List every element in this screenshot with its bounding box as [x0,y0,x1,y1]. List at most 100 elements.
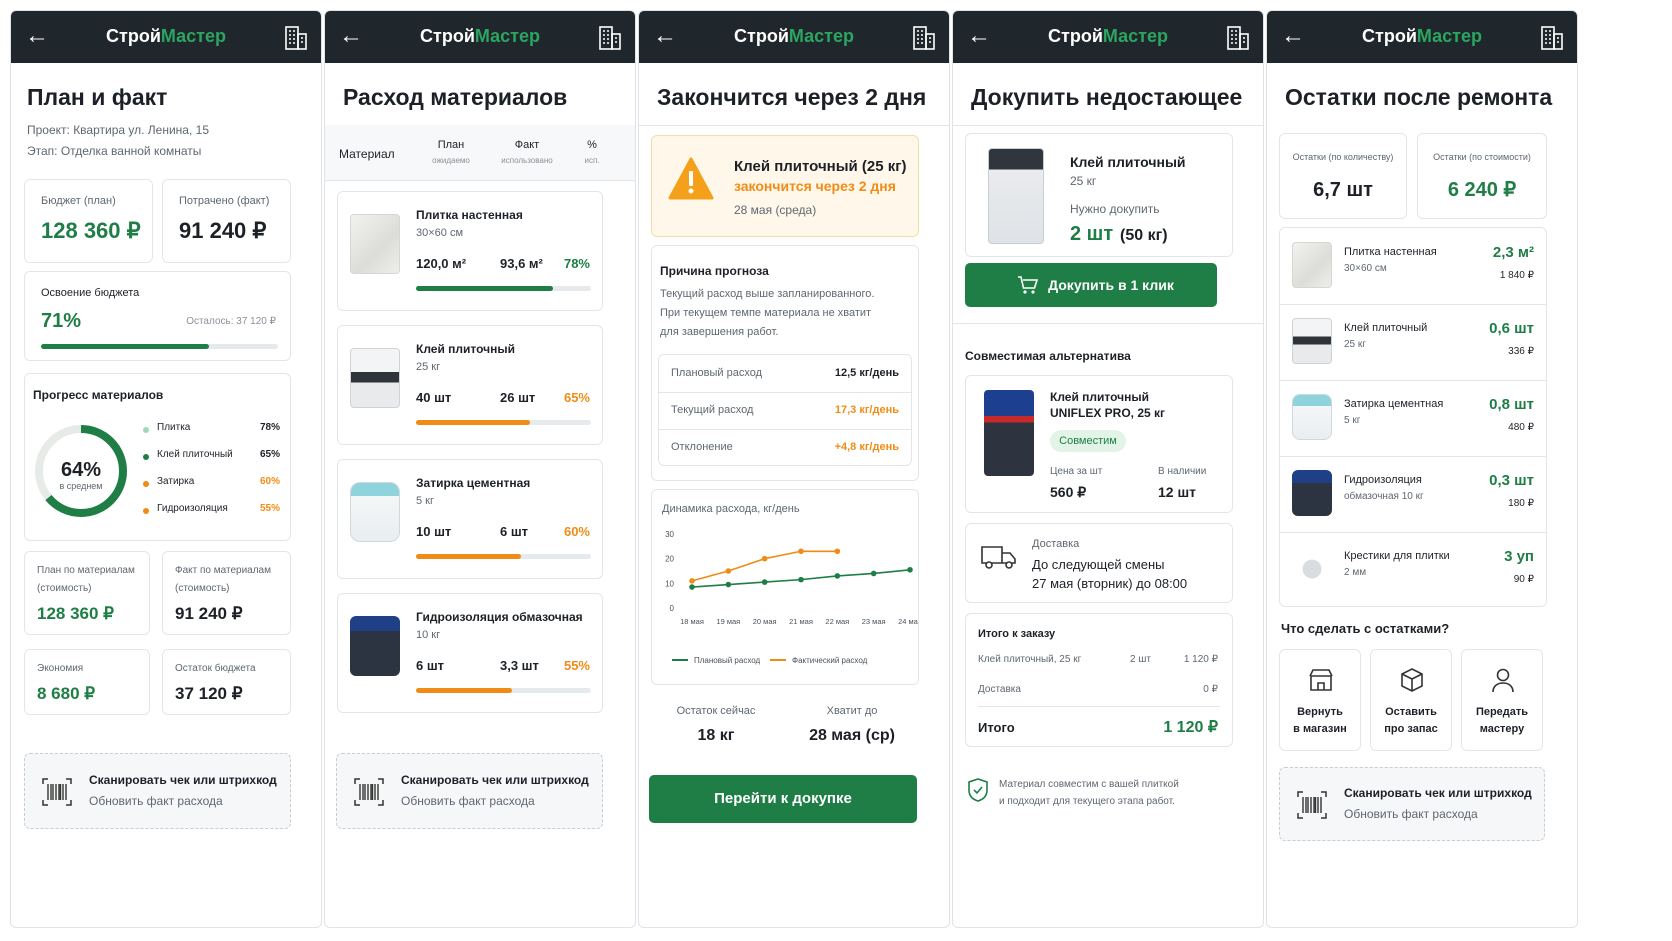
building-icon[interactable] [1539,23,1565,51]
brand-logo: СтройМастер [1048,26,1168,46]
note-line-2: и подходит для текущего этапа работ. [999,796,1175,807]
buy-one-click-button[interactable]: Докупить в 1 клик [965,263,1217,307]
y-tick-label: 10 [665,579,674,588]
building-icon[interactable] [283,23,309,51]
usage-label: Освоение бюджета [41,287,140,299]
legend-dot [143,454,149,460]
delivery-line-2: 27 мая (вторник) до 08:00 [1032,576,1188,591]
barcode-icon [354,778,384,806]
material-sub: 10 кг [416,629,441,641]
scan-receipt-button[interactable]: Сканировать чек или штрихкод Обновить фа… [24,753,291,829]
material-fact: 6 шт [500,524,529,539]
leftover-name: Затирка цементная [1344,398,1444,410]
alert-date: 28 мая (среда) [734,203,817,217]
material-image [350,348,400,408]
building-icon[interactable] [597,23,623,51]
material-sub: 30×60 см [416,227,464,239]
material-name: Клей плиточный [416,342,516,356]
y-tick-label: 20 [665,555,674,564]
data-point [761,555,768,562]
scan-title: Сканировать чек или штрихкод [89,773,277,787]
screen-materials-consumption: ← СтройМастер Расход материалов Материал… [324,10,636,928]
scan-receipt-button[interactable]: Сканировать чек или штрихкод Обновить фа… [1279,767,1545,841]
material-plan: 120,0 м² [416,256,467,271]
top-bar: ← СтройМастер [1267,11,1577,63]
consumption-value: +4,8 кг/день [834,441,899,453]
alt-price-label: Цена за шт [1050,466,1103,477]
brand-logo: СтройМастер [106,26,226,46]
reason-line-3: для завершения работ. [660,326,779,338]
data-point [798,548,804,555]
data-point [834,548,841,555]
legend-label: Плановый расход [694,656,761,665]
screen-runout-forecast: ← СтройМастер Закончится через 2 дня Кле… [638,10,950,928]
donut-value: 64% [60,459,102,481]
leftover-cost-value: 6 240 ₽ [1447,179,1517,201]
leftover-cost-card: Остатки (по стоимости) 6 240 ₽ [1417,133,1547,219]
leftover-qty: 0,3 шт [1489,472,1534,489]
delivery-card: Доставка До следующей смены 27 мая (втор… [965,523,1233,603]
leftover-sub: 30×60 см [1344,263,1387,274]
legend-value: 78% [259,422,280,433]
progress-fill [416,420,530,425]
action-return-to-store-button[interactable]: Вернуть в магазин [1279,649,1361,751]
go-to-purchase-button[interactable]: Перейти к докупке [649,775,917,823]
consumption-label: Плановый расход [671,367,762,379]
remaining-summary: Остаток сейчас 18 кг Хватит до 28 мая (с… [651,691,919,757]
uniflex-bag-image [984,390,1034,476]
divider [953,125,1263,126]
divider [1280,456,1546,457]
material-plan: 6 шт [416,658,445,673]
material-percent: 78% [563,256,590,271]
top-bar: ← СтройМастер [11,11,321,63]
plan-materials-card: План по материалам (стоимость) 128 360 ₽ [24,551,150,635]
stage-label: Этап: Отделка ванной комнаты [27,144,202,158]
leftover-qty-label: Остатки (по количеству) [1292,152,1394,162]
series-line-fact [691,550,838,582]
action-label: Оставить [1385,706,1437,718]
leftover-image [1292,546,1332,592]
leftover-cost-label: Остатки (по стоимости) [1433,152,1531,162]
consumption-value: 17,3 кг/день [834,404,899,416]
legend-label: Гидроизоляция [157,503,228,514]
legend-value: 65% [259,449,280,460]
plan-materials-sublabel: (стоимость) [37,583,92,594]
legend-label: Клей плиточный [157,449,233,460]
order-item-price: 1 120 ₽ [1183,654,1218,665]
leftover-price: 90 ₽ [1513,574,1534,585]
progress-title: Прогресс материалов [33,388,164,402]
page-title: Докупить недостающее [971,84,1243,110]
material-row: Клей плиточный 25 кг 40 шт 26 шт 65% [337,325,603,445]
leftover-name: Гидроизоляция [1344,474,1422,486]
material-row: Затирка цементная 5 кг 10 шт 6 шт 60% [337,459,603,579]
top-bar: ← СтройМастер [325,11,635,63]
action-keep-in-stock-button[interactable]: Оставить про запас [1370,649,1452,751]
brand-logo: СтройМастер [734,26,854,46]
enough-label: Хватит до [826,705,878,717]
col-plan: План [437,139,465,151]
divider [639,125,949,126]
leftover-image [1292,242,1332,288]
col-plan-sub: ожидаемо [432,156,470,165]
need-label: Нужно докупить [1070,202,1160,216]
material-name: Плитка настенная [416,208,523,222]
order-total-label: Итого [978,720,1015,735]
scan-subtitle: Обновить факт расхода [89,794,223,808]
scan-receipt-button[interactable]: Сканировать чек или штрихкод Обновить фа… [336,753,603,829]
leftover-qty: 0,6 шт [1489,320,1534,337]
material-image [350,214,400,274]
data-point [907,566,913,573]
leftover-sub: 2 мм [1344,567,1367,578]
screen-buy-missing: ← СтройМастер Докупить недостающее Клей … [952,10,1264,928]
data-point [798,576,804,583]
building-icon[interactable] [1225,23,1251,51]
divider [659,392,911,393]
product-name: Клей плиточный [1070,154,1186,170]
leftover-name: Крестики для плитки [1344,550,1450,562]
leftover-price: 1 840 ₽ [1499,270,1534,281]
glue-bag-image [988,148,1044,244]
building-icon[interactable] [911,23,937,51]
top-bar: ← СтройМастер [953,11,1263,63]
screen-leftovers: ← СтройМастер Остатки после ремонта Оста… [1266,10,1578,928]
action-give-to-master-button[interactable]: Передать мастеру [1461,649,1543,751]
